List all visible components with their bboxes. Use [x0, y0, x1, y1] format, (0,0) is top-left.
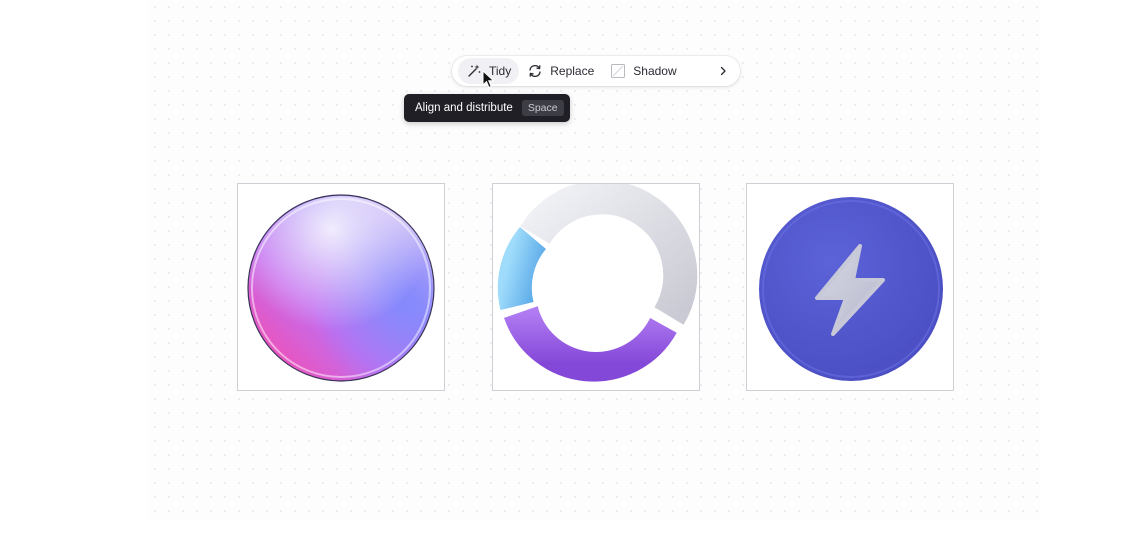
ring-chart-icon [497, 184, 698, 382]
canvas-item-lightning-badge[interactable] [746, 183, 954, 391]
canvas-item-ring-chart[interactable] [492, 183, 700, 391]
replace-label: Replace [550, 64, 595, 78]
canvas-item-glass-sphere[interactable] [237, 183, 445, 391]
mouse-cursor-icon [482, 70, 495, 89]
chevron-right-icon [720, 66, 726, 76]
lightning-badge-icon [759, 197, 943, 381]
shadow-button[interactable]: Shadow [602, 58, 684, 84]
shortcut-badge: Space [521, 100, 564, 116]
tooltip: Align and distribute Space [404, 94, 570, 122]
magic-wand-icon [468, 64, 481, 77]
refresh-icon [529, 65, 541, 77]
more-button[interactable] [712, 60, 734, 82]
shadow-label: Shadow [633, 64, 677, 78]
tooltip-text: Align and distribute [415, 102, 513, 114]
glass-sphere-icon [247, 194, 435, 382]
shadow-square-icon [611, 64, 626, 78]
replace-button[interactable]: Replace [519, 58, 602, 84]
